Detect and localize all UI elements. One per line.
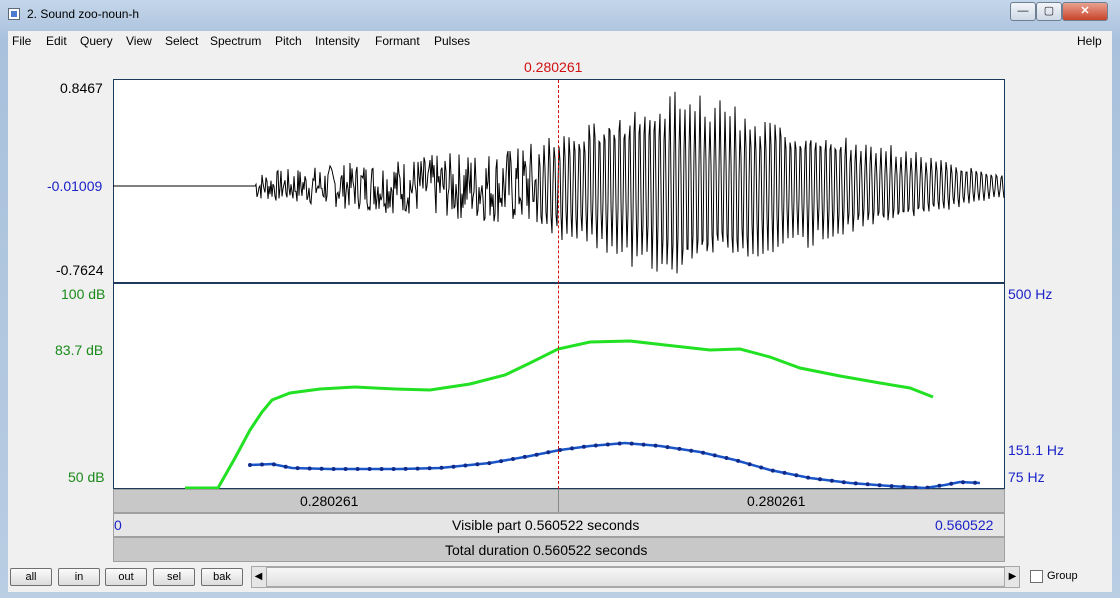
- pitch-point: [331, 467, 336, 471]
- pitch-point: [534, 452, 539, 457]
- pitch-point: [487, 461, 492, 466]
- pitch-point: [367, 467, 372, 471]
- selection-timebar[interactable]: [113, 489, 1005, 513]
- selection-split: [558, 489, 559, 512]
- pitch-top-label: 500 Hz: [1008, 286, 1053, 302]
- pitch-point: [439, 465, 444, 470]
- intensity-curve: [185, 339, 934, 490]
- visible-part-text: Visible part 0.560522 seconds: [452, 517, 640, 533]
- pitch-point: [818, 477, 822, 482]
- zoom-all-button[interactable]: all: [10, 568, 52, 586]
- scrollbar-thumb[interactable]: [266, 567, 1005, 587]
- pitch-point: [475, 462, 480, 467]
- pitch-point: [973, 480, 977, 485]
- pitch-point: [677, 446, 682, 451]
- waveform-max-label: 0.8467: [60, 80, 103, 96]
- pitch-points: [248, 441, 977, 490]
- pitch-point: [641, 442, 646, 447]
- left-part-duration[interactable]: 0.280261: [300, 493, 358, 509]
- pitch-point: [570, 446, 574, 451]
- pitch-point: [961, 480, 965, 485]
- pitch-point: [593, 443, 598, 448]
- zoom-back-button[interactable]: bak: [201, 568, 243, 586]
- pitch-point: [747, 462, 752, 467]
- pitch-point: [841, 480, 846, 485]
- waveform-zero-label: -0.01009: [47, 178, 103, 194]
- pitch-point: [701, 450, 706, 455]
- pitch-point: [499, 459, 504, 464]
- pitch-point: [712, 453, 717, 458]
- pitch-point: [522, 454, 527, 459]
- pitch-point: [794, 473, 799, 478]
- intensity-mid-label: 83.7 dB: [55, 342, 104, 358]
- pitch-point: [629, 441, 634, 446]
- pitch-point: [782, 470, 787, 475]
- pitch-contour: [249, 441, 981, 490]
- pitch-point: [319, 466, 324, 471]
- pitch-point: [546, 450, 551, 455]
- waveform-min-label: -0.7624: [56, 262, 104, 278]
- scroll-right-icon[interactable]: ▶: [1005, 566, 1020, 588]
- total-duration-text: Total duration 0.560522 seconds: [445, 542, 648, 558]
- group-label: Group: [1047, 570, 1078, 582]
- pitch-point: [617, 441, 622, 446]
- pitch-point: [653, 443, 658, 448]
- pitch-point: [689, 448, 694, 453]
- pitch-point: [415, 466, 420, 471]
- pitch-point: [451, 464, 456, 469]
- pitch-point: [736, 458, 741, 463]
- zoom-in-button[interactable]: in: [58, 568, 100, 586]
- pitch-point: [295, 466, 300, 471]
- pitch-point: [248, 463, 252, 467]
- zoom-selection-button[interactable]: sel: [153, 568, 195, 586]
- pitch-point: [889, 484, 894, 489]
- group-checkbox[interactable]: [1030, 570, 1043, 583]
- scroll-left-icon[interactable]: ◀: [251, 566, 266, 588]
- pitch-point: [391, 467, 396, 471]
- pitch-point: [260, 462, 264, 467]
- visible-end-time: 0.560522: [935, 517, 994, 533]
- pitch-point: [865, 482, 870, 487]
- pitch-point: [806, 475, 811, 480]
- pitch-point: [605, 442, 610, 447]
- pitch-point: [665, 445, 670, 450]
- pitch-point: [949, 481, 954, 486]
- pitch-point: [283, 464, 288, 469]
- pitch-mid-label: 151.1 Hz: [1008, 442, 1065, 458]
- right-part-duration[interactable]: 0.280261: [747, 493, 805, 509]
- pitch-point: [271, 462, 276, 467]
- pitch-bottom-label: 75 Hz: [1008, 469, 1045, 485]
- cursor-line[interactable]: [558, 80, 559, 489]
- pitch-point: [427, 466, 432, 471]
- pitch-point: [877, 483, 882, 488]
- pitch-point: [759, 465, 764, 470]
- waveform-trace: [254, 91, 1005, 274]
- pitch-point: [511, 457, 515, 461]
- pitch-point: [343, 467, 348, 471]
- pitch-point: [463, 463, 468, 468]
- pitch-point: [853, 481, 858, 486]
- intensity-bottom-label: 50 dB: [68, 469, 105, 485]
- pitch-point: [379, 467, 384, 471]
- pitch-point: [770, 468, 775, 473]
- zoom-out-button[interactable]: out: [105, 568, 147, 586]
- visible-start-time: 0: [114, 517, 122, 533]
- pitch-point: [724, 456, 729, 460]
- pitch-point: [403, 466, 408, 471]
- intensity-top-label: 100 dB: [61, 286, 106, 302]
- pitch-point: [581, 444, 586, 449]
- pitch-point: [307, 466, 312, 471]
- pitch-point: [829, 478, 834, 483]
- pitch-point: [355, 467, 360, 471]
- pitch-point: [937, 483, 942, 488]
